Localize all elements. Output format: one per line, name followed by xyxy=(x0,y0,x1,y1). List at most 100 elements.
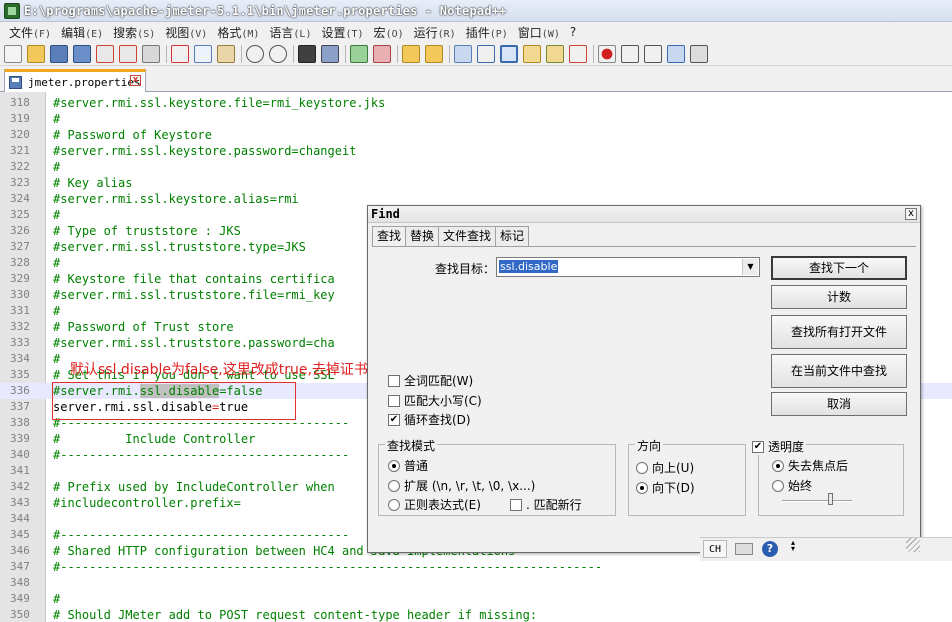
dot-matches-newline-checkbox[interactable]: . 匹配新行 xyxy=(510,496,582,513)
transparency-slider-thumb[interactable] xyxy=(828,493,833,505)
checkmark-icon[interactable]: ✔ xyxy=(388,413,400,426)
checkbox-box[interactable] xyxy=(510,498,522,511)
close-file-icon[interactable] xyxy=(96,44,114,63)
radio-dot[interactable] xyxy=(772,479,784,492)
find-icon[interactable] xyxy=(298,44,316,63)
open-file-icon[interactable] xyxy=(27,44,45,63)
new-file-icon[interactable] xyxy=(4,44,22,63)
word-wrap-icon[interactable] xyxy=(454,44,472,63)
count-button[interactable]: 计数 xyxy=(771,285,907,309)
save-all-icon[interactable] xyxy=(73,44,91,63)
radio-dot[interactable] xyxy=(388,498,400,511)
mode-extended-radio[interactable]: 扩展 (\n, \r, \t, \0, \x...) xyxy=(388,477,535,494)
menu-item[interactable]: 设置(T) xyxy=(316,24,368,41)
paste-icon[interactable] xyxy=(217,44,235,63)
always-radio[interactable]: 始终 xyxy=(772,477,812,494)
tab-find-in-files[interactable]: 文件查找 xyxy=(438,226,497,246)
code-line[interactable]: 348 xyxy=(0,575,952,591)
tab-replace[interactable]: 替换 xyxy=(405,226,440,246)
checkbox-box[interactable] xyxy=(388,374,400,387)
zoom-out-icon[interactable] xyxy=(373,44,391,63)
radio-dot[interactable] xyxy=(636,461,648,474)
find-all-open-docs-button[interactable]: 查找所有打开文件 xyxy=(771,315,907,349)
indent-guide-icon[interactable] xyxy=(500,44,518,63)
whole-word-checkbox[interactable]: 全词匹配(W) xyxy=(388,372,473,389)
close-icon[interactable]: x xyxy=(905,208,917,220)
keyboard-icon[interactable] xyxy=(735,543,753,555)
code-line[interactable]: 323 # Key alias xyxy=(0,175,952,191)
undo-icon[interactable] xyxy=(246,44,264,63)
direction-up-radio[interactable]: 向上(U) xyxy=(636,459,694,476)
find-dialog-title-bar[interactable]: Find x xyxy=(368,206,920,223)
menu-item[interactable]: 宏(O) xyxy=(369,24,409,41)
mode-regex-radio[interactable]: 正则表达式(E) xyxy=(388,496,481,513)
ime-indicator[interactable]: CH xyxy=(703,540,727,558)
menu-item[interactable]: 搜索(S) xyxy=(108,24,160,41)
language-icon[interactable] xyxy=(523,44,541,63)
find-next-button[interactable]: 查找下一个 xyxy=(771,256,907,280)
code-line[interactable]: 347 #------------------------------------… xyxy=(0,559,952,575)
resize-grip-icon[interactable] xyxy=(906,538,920,552)
code-line[interactable]: 322 # xyxy=(0,159,952,175)
close-all-icon[interactable] xyxy=(119,44,137,63)
sync-vertical-icon[interactable] xyxy=(402,44,420,63)
run-macro-multiple-icon[interactable] xyxy=(667,44,685,63)
chevron-down-icon[interactable]: ▼ xyxy=(742,259,758,275)
match-case-checkbox[interactable]: 匹配大小写(C) xyxy=(388,392,482,409)
replace-icon[interactable] xyxy=(321,44,339,63)
play-macro-icon[interactable] xyxy=(644,44,662,63)
on-lose-focus-radio[interactable]: 失去焦点后 xyxy=(772,457,848,474)
find-target-input[interactable]: ssl.disable xyxy=(499,260,559,273)
menu-item[interactable]: 编辑(E) xyxy=(56,24,108,41)
more-options-icon[interactable]: ▴ ▾ xyxy=(788,539,798,558)
wrap-around-checkbox[interactable]: ✔ 循环查找(D) xyxy=(388,411,471,428)
menu-item[interactable]: 运行(R) xyxy=(409,24,461,41)
help-icon[interactable]: ? xyxy=(762,541,778,557)
radio-dot[interactable] xyxy=(772,459,784,472)
menu-item[interactable]: 格式(M) xyxy=(212,24,264,41)
cut-icon[interactable] xyxy=(171,44,189,63)
direction-down-radio[interactable]: 向下(D) xyxy=(636,479,695,496)
menu-item[interactable]: 语言(L) xyxy=(264,24,316,41)
menu-item[interactable]: 文件(F) xyxy=(4,24,56,41)
tab-find[interactable]: 查找 xyxy=(372,226,407,247)
redo-icon[interactable] xyxy=(269,44,287,63)
code-line[interactable]: 321 #server.rmi.ssl.keystore.password=cha… xyxy=(0,143,952,159)
line-number: 324 xyxy=(10,192,30,205)
code-line[interactable]: 349 # xyxy=(0,591,952,607)
find-target-combo[interactable]: ssl.disable ▼ xyxy=(496,257,760,277)
checkbox-box[interactable] xyxy=(388,394,400,407)
code-line[interactable]: 318 #server.rmi.ssl.keystore.file=rmi_key… xyxy=(0,95,952,111)
cancel-button[interactable]: 取消 xyxy=(771,392,907,416)
doc-map-icon[interactable] xyxy=(546,44,564,63)
tab-mark[interactable]: 标记 xyxy=(495,226,530,246)
close-tab-icon[interactable]: x xyxy=(130,75,141,86)
code-line[interactable]: 319 # xyxy=(0,111,952,127)
record-macro-icon[interactable] xyxy=(598,44,616,63)
save-icon[interactable] xyxy=(50,44,68,63)
copy-icon[interactable] xyxy=(194,44,212,63)
sync-horizontal-icon[interactable] xyxy=(425,44,443,63)
print-icon[interactable] xyxy=(142,44,160,63)
find-all-current-doc-button[interactable]: 在当前文件中查找 xyxy=(771,354,907,388)
menu-item[interactable]: 插件(P) xyxy=(461,24,513,41)
menu-item[interactable]: 视图(V) xyxy=(160,24,212,41)
function-list-icon[interactable] xyxy=(569,44,587,63)
code-line[interactable]: 320 # Password of Keystore xyxy=(0,127,952,143)
menu-item[interactable]: 窗口(W) xyxy=(513,24,565,41)
checkmark-icon[interactable]: ✔ xyxy=(752,440,764,453)
zoom-in-icon[interactable] xyxy=(350,44,368,63)
code-line[interactable]: 350 # Should JMeter add to POST request c… xyxy=(0,607,952,622)
stop-macro-icon[interactable] xyxy=(621,44,639,63)
toolbar-separator xyxy=(345,44,346,63)
transparency-slider-track[interactable] xyxy=(782,500,852,502)
radio-dot[interactable] xyxy=(388,479,400,492)
menu-item[interactable]: ? xyxy=(565,25,581,39)
tab-jmeter-properties[interactable]: jmeter.properties x xyxy=(4,69,146,92)
save-macro-icon[interactable] xyxy=(690,44,708,63)
radio-dot[interactable] xyxy=(388,459,400,472)
show-all-chars-icon[interactable] xyxy=(477,44,495,63)
transparency-checkbox[interactable]: ✔ 透明度 xyxy=(752,438,807,455)
radio-dot[interactable] xyxy=(636,481,648,494)
mode-normal-radio[interactable]: 普通 xyxy=(388,457,428,474)
